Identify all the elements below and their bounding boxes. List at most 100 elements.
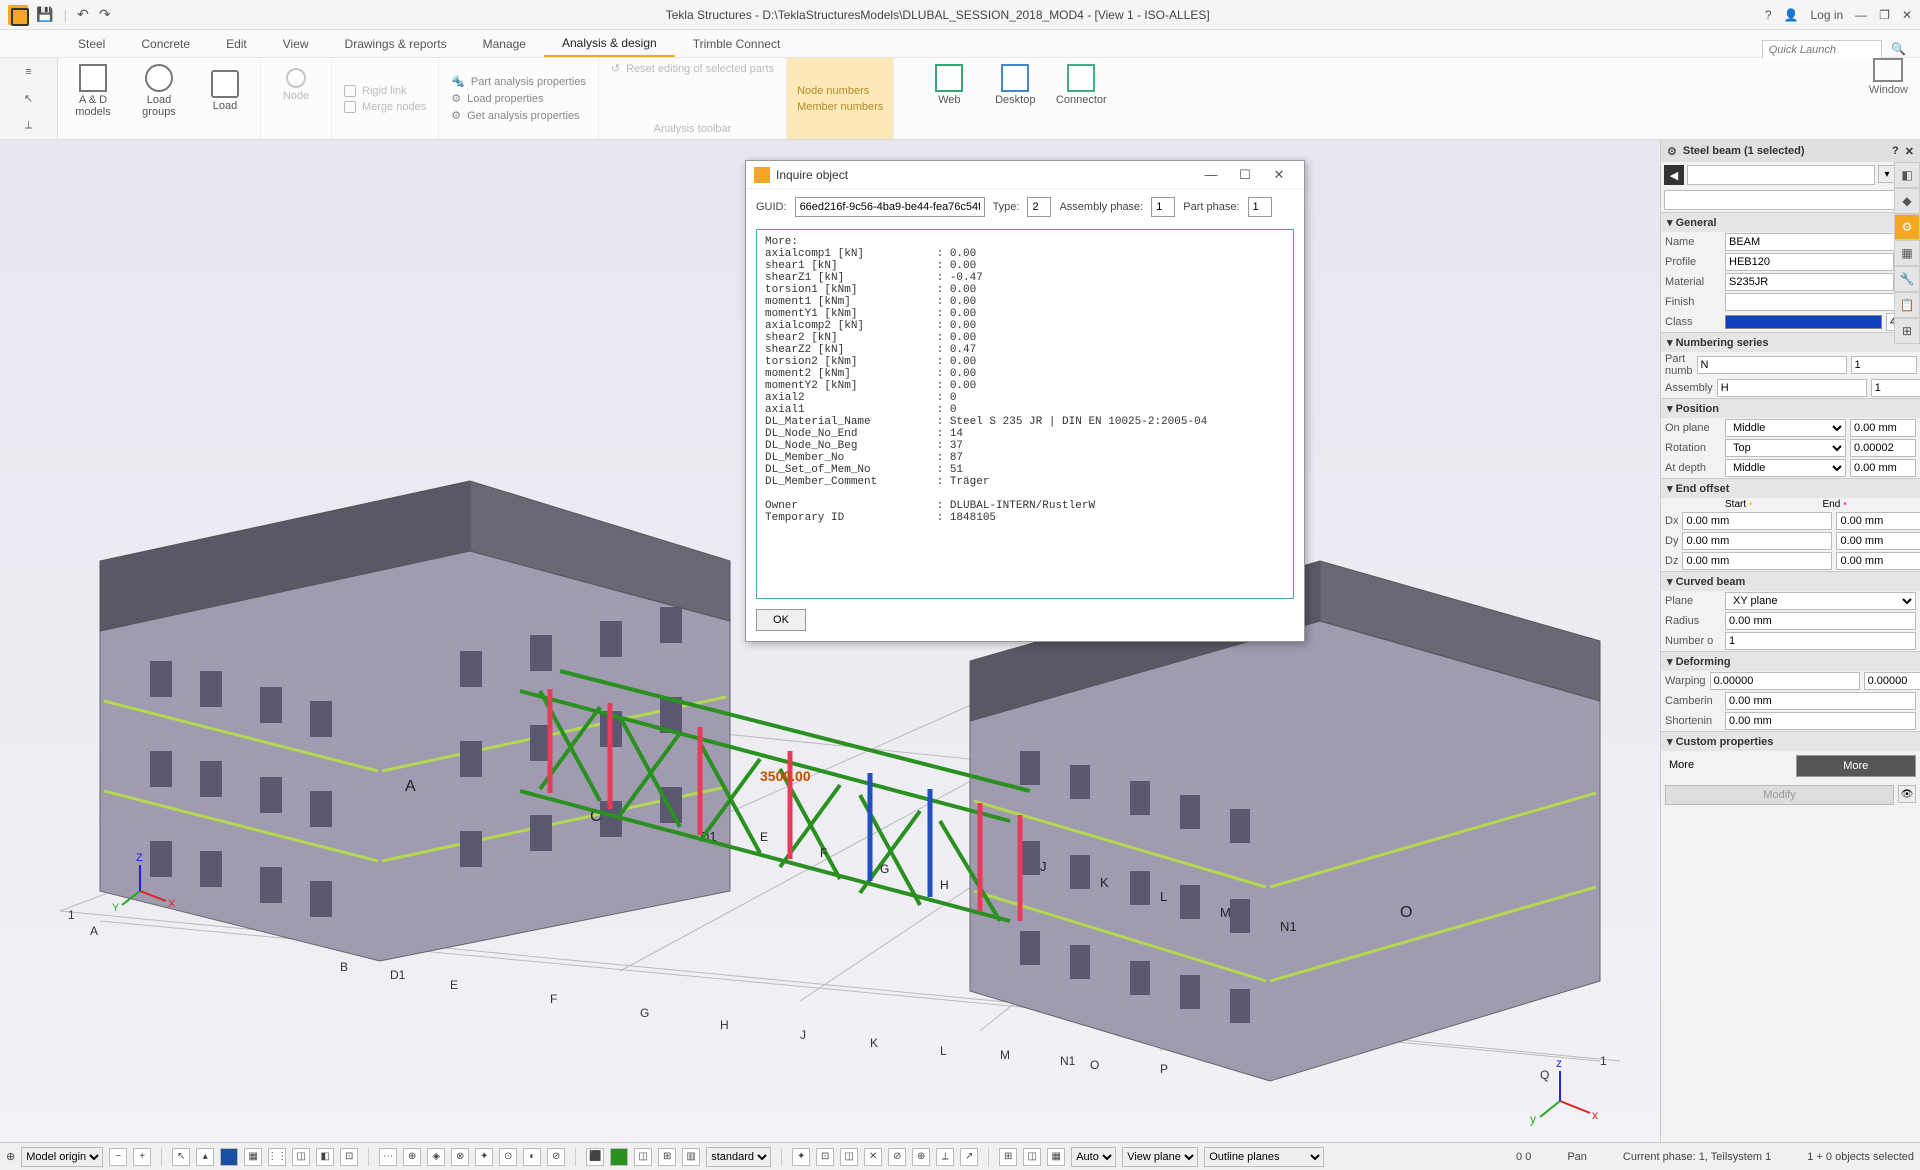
sb-8[interactable]: ⊡	[340, 1148, 358, 1166]
section-position[interactable]: Position	[1661, 399, 1920, 418]
panel-help-icon[interactable]: ?	[1892, 145, 1899, 157]
finish-input[interactable]	[1725, 293, 1916, 311]
shortening-input[interactable]	[1725, 712, 1916, 730]
standard-select[interactable]: standard	[706, 1147, 771, 1167]
sb-31[interactable]: ▦	[1047, 1148, 1065, 1166]
dx-end[interactable]	[1836, 512, 1920, 530]
side-tool-4[interactable]: ▦	[1894, 240, 1920, 266]
section-curved[interactable]: Curved beam	[1661, 572, 1920, 591]
camber-input[interactable]	[1725, 692, 1916, 710]
node-numbers-toggle[interactable]: Node numbers Member numbers	[787, 58, 894, 139]
side-tool-1[interactable]: ◧	[1894, 162, 1920, 188]
name-input[interactable]	[1725, 233, 1916, 251]
minimize-icon[interactable]: —	[1855, 8, 1867, 22]
part-number-start[interactable]	[1851, 356, 1917, 374]
dialog-maximize[interactable]: ☐	[1228, 167, 1262, 183]
menu-view[interactable]: View	[265, 30, 327, 57]
assembly-start[interactable]	[1871, 379, 1920, 397]
side-tool-7[interactable]: ⊞	[1894, 318, 1920, 344]
sb-dots[interactable]: ⋮⋮	[268, 1148, 286, 1166]
at-depth-select[interactable]: Middle	[1725, 459, 1846, 477]
radius-input[interactable]	[1725, 612, 1916, 630]
sb-7[interactable]: ◧	[316, 1148, 334, 1166]
get-analysis-props-button[interactable]: ⚙Get analysis properties	[451, 109, 586, 122]
connector-button[interactable]: Connector	[1060, 64, 1102, 106]
viewplane-select[interactable]: View plane	[1122, 1147, 1198, 1167]
auto-select[interactable]: Auto	[1071, 1147, 1116, 1167]
class-color[interactable]	[1725, 315, 1882, 329]
dz-end[interactable]	[1836, 552, 1920, 570]
dx-start[interactable]	[1682, 512, 1832, 530]
ok-button[interactable]: OK	[756, 609, 806, 631]
sb-21[interactable]: ✦	[792, 1148, 810, 1166]
plane-select[interactable]: XY plane	[1725, 592, 1916, 610]
sb-minus[interactable]: −	[109, 1148, 127, 1166]
part-number-prefix[interactable]	[1697, 356, 1847, 374]
outline-select[interactable]: Outline planes	[1204, 1147, 1324, 1167]
sb-25[interactable]: ⊘	[888, 1148, 906, 1166]
redo-icon[interactable]: ↷	[99, 6, 111, 23]
inquire-body[interactable]: More: axialcomp1 [kN] : 0.00 shear1 [kN]…	[756, 229, 1294, 599]
menu-steel[interactable]: Steel	[60, 30, 123, 57]
maximize-icon[interactable]: ❐	[1879, 8, 1890, 22]
sb-9[interactable]: ⋯	[379, 1148, 397, 1166]
section-general[interactable]: General	[1661, 213, 1920, 232]
sb-27[interactable]: ⟂	[936, 1148, 954, 1166]
login-link[interactable]: Log in	[1810, 8, 1843, 22]
undo-icon[interactable]: ↶	[77, 6, 89, 23]
section-custom[interactable]: Custom properties	[1661, 732, 1920, 751]
sb-green[interactable]	[610, 1148, 628, 1166]
sb-point[interactable]: ▴	[196, 1148, 214, 1166]
load-props-button[interactable]: ⚙Load properties	[451, 92, 586, 105]
on-plane-offset[interactable]	[1850, 419, 1916, 437]
part-phase-input[interactable]	[1248, 197, 1272, 217]
hamburger-icon[interactable]: ≡	[25, 66, 31, 78]
desktop-button[interactable]: Desktop	[994, 64, 1036, 106]
modify-eye-icon[interactable]: 👁	[1898, 785, 1916, 803]
profile-input[interactable]	[1725, 253, 1894, 271]
save-icon[interactable]: 💾	[36, 6, 53, 23]
assembly-prefix[interactable]	[1717, 379, 1867, 397]
sb-22[interactable]: ⊡	[816, 1148, 834, 1166]
part-analysis-props-button[interactable]: 🔩Part analysis properties	[451, 75, 586, 88]
sb-23[interactable]: ◫	[840, 1148, 858, 1166]
assembly-phase-input[interactable]	[1151, 197, 1175, 217]
side-tool-5[interactable]: 🔧	[1894, 266, 1920, 292]
ad-models-button[interactable]: A & D models	[72, 64, 114, 118]
type-input[interactable]	[1027, 197, 1051, 217]
dy-start[interactable]	[1682, 532, 1832, 550]
sb-plus[interactable]: +	[133, 1148, 151, 1166]
material-input[interactable]	[1725, 273, 1894, 291]
menu-trimble[interactable]: Trimble Connect	[675, 30, 799, 57]
gear-icon[interactable]: ⚙	[1667, 145, 1677, 158]
on-plane-select[interactable]: Middle	[1725, 419, 1846, 437]
sb-13[interactable]: ✦	[475, 1148, 493, 1166]
guid-input[interactable]	[795, 197, 985, 217]
close-icon[interactable]: ✕	[1902, 8, 1912, 22]
side-tool-3[interactable]: ⚙	[1894, 214, 1920, 240]
side-tool-6[interactable]: 📋	[1894, 292, 1920, 318]
property-search-input[interactable]	[1664, 190, 1917, 210]
menu-manage[interactable]: Manage	[465, 30, 544, 57]
panel-close-icon[interactable]: ✕	[1905, 145, 1914, 158]
dialog-minimize[interactable]: —	[1194, 167, 1228, 182]
search-icon[interactable]: 🔍	[1891, 42, 1906, 56]
sb-12[interactable]: ⊗	[451, 1148, 469, 1166]
sb-26[interactable]: ⊕	[912, 1148, 930, 1166]
sb-cursor[interactable]: ↖	[172, 1148, 190, 1166]
web-button[interactable]: Web	[928, 64, 970, 106]
sb-15[interactable]: ◐	[523, 1148, 541, 1166]
sb-28[interactable]: ↗	[960, 1148, 978, 1166]
sb-17[interactable]: ⬛	[586, 1148, 604, 1166]
sb-grid[interactable]: ▦	[244, 1148, 262, 1166]
origin-select[interactable]: Model origin	[21, 1147, 103, 1167]
section-deforming[interactable]: Deforming	[1661, 652, 1920, 671]
preset-dropdown[interactable]	[1687, 165, 1875, 185]
at-depth-offset[interactable]	[1850, 459, 1916, 477]
modify-button[interactable]: Modify	[1665, 785, 1894, 805]
warping-end[interactable]	[1864, 672, 1920, 690]
load-button[interactable]: Load	[204, 70, 246, 112]
menu-analysis[interactable]: Analysis & design	[544, 30, 675, 57]
sb-24[interactable]: ✕	[864, 1148, 882, 1166]
dz-start[interactable]	[1682, 552, 1832, 570]
